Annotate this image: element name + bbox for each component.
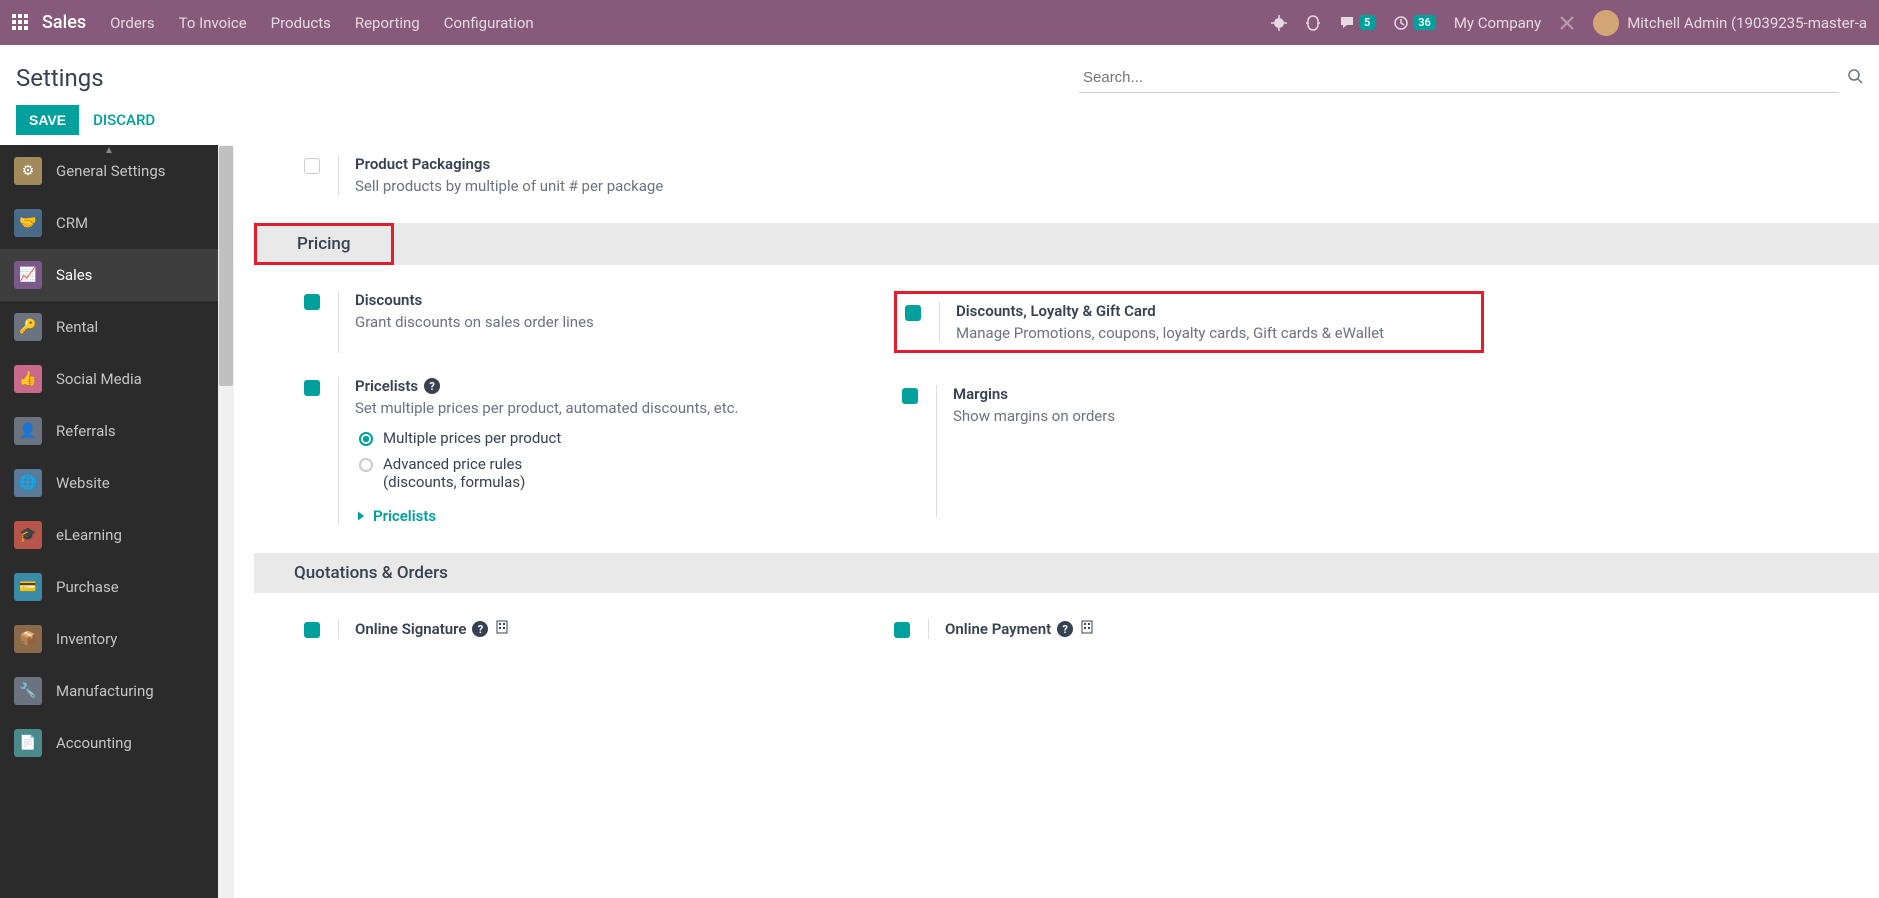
app-title[interactable]: Sales: [42, 12, 86, 33]
support-icon[interactable]: [1305, 15, 1321, 31]
scroll-up-icon[interactable]: ▲: [104, 145, 114, 156]
radio-multiple-prices[interactable]: Multiple prices per product: [359, 429, 738, 447]
help-icon[interactable]: ?: [424, 378, 440, 394]
page-title: Settings: [16, 64, 104, 92]
search-input[interactable]: [1079, 63, 1839, 93]
sidebar-item-inventory[interactable]: 📦Inventory: [0, 613, 218, 665]
sidebar-item-social-media[interactable]: 👍Social Media: [0, 353, 218, 405]
activities-badge: 36: [1413, 15, 1436, 30]
menu-to-invoice[interactable]: To Invoice: [179, 14, 247, 32]
building-icon: [1079, 619, 1095, 639]
top-navbar: Sales Orders To Invoice Products Reporti…: [0, 0, 1879, 45]
checkbox-online-signature[interactable]: [304, 622, 320, 638]
building-icon: [494, 619, 510, 639]
debug-icon[interactable]: [1271, 15, 1287, 31]
setting-title-packagings: Product Packagings: [355, 155, 663, 173]
apps-icon[interactable]: [12, 14, 30, 32]
menu-orders[interactable]: Orders: [110, 14, 155, 32]
menu-reporting[interactable]: Reporting: [355, 14, 420, 32]
setting-desc-loyalty: Manage Promotions, coupons, loyalty card…: [956, 324, 1384, 342]
sidebar-item-sales[interactable]: 📈Sales: [0, 249, 218, 301]
setting-title-pricelists: Pricelists ?: [355, 377, 738, 395]
sidebar-item-manufacturing[interactable]: 🔧Manufacturing: [0, 665, 218, 717]
setting-title-online-payment: Online Payment ?: [945, 619, 1095, 639]
header: Settings: [0, 45, 1879, 93]
checkbox-product-packagings[interactable]: [304, 158, 320, 174]
menu-configuration[interactable]: Configuration: [444, 14, 534, 32]
sidebar-scrollbar[interactable]: [218, 145, 234, 898]
user-menu[interactable]: Mitchell Admin (19039235-master-a: [1593, 10, 1867, 36]
search-icon[interactable]: [1847, 68, 1863, 88]
sidebar-item-referrals[interactable]: 👤Referrals: [0, 405, 218, 457]
radio-off-icon: [359, 458, 373, 472]
sidebar-item-accounting[interactable]: 📄Accounting: [0, 717, 218, 769]
setting-desc-pricelists: Set multiple prices per product, automat…: [355, 399, 738, 417]
checkbox-discounts[interactable]: [304, 294, 320, 310]
loyalty-highlight: Discounts, Loyalty & Gift Card Manage Pr…: [894, 291, 1484, 353]
help-icon[interactable]: ?: [1057, 621, 1073, 637]
messages-icon[interactable]: 5: [1339, 15, 1375, 31]
radio-on-icon: [359, 432, 373, 446]
setting-title-online-signature: Online Signature ?: [355, 619, 510, 639]
checkbox-pricelists[interactable]: [304, 380, 320, 396]
sidebar-item-purchase[interactable]: 💳Purchase: [0, 561, 218, 613]
save-button[interactable]: SAVE: [16, 105, 79, 135]
checkbox-margins[interactable]: [902, 388, 918, 404]
section-quotations: Quotations & Orders: [254, 553, 1879, 593]
setting-desc-margins: Show margins on orders: [953, 407, 1115, 425]
setting-desc-packagings: Sell products by multiple of unit # per …: [355, 177, 663, 195]
pricelists-link[interactable]: Pricelists: [355, 507, 738, 525]
pricing-highlight: Pricing: [254, 223, 394, 265]
checkbox-loyalty[interactable]: [905, 305, 921, 321]
activities-icon[interactable]: 36: [1393, 15, 1436, 31]
menu-products[interactable]: Products: [271, 14, 331, 32]
settings-content: Product Packagings Sell products by mult…: [234, 145, 1879, 898]
setting-title-loyalty: Discounts, Loyalty & Gift Card: [956, 302, 1384, 320]
help-icon[interactable]: ?: [472, 621, 488, 637]
actions-row: SAVE DISCARD: [0, 93, 1879, 145]
setting-title-margins: Margins: [953, 385, 1115, 403]
section-pricing: Pricing: [254, 223, 1879, 265]
tools-icon[interactable]: [1559, 15, 1575, 31]
sidebar-item-elearning[interactable]: 🎓eLearning: [0, 509, 218, 561]
user-name: Mitchell Admin (19039235-master-a: [1627, 14, 1867, 32]
company-switcher[interactable]: My Company: [1454, 14, 1541, 32]
sidebar-item-website[interactable]: 🌐Website: [0, 457, 218, 509]
sidebar-item-rental[interactable]: 🔑Rental: [0, 301, 218, 353]
settings-sidebar: ▲ ⚙General Settings 🤝CRM 📈Sales 🔑Rental …: [0, 145, 218, 898]
radio-advanced-rules[interactable]: Advanced price rules(discounts, formulas…: [359, 455, 738, 491]
discard-button[interactable]: DISCARD: [93, 111, 155, 129]
checkbox-online-payment[interactable]: [894, 622, 910, 638]
avatar: [1593, 10, 1619, 36]
setting-title-discounts: Discounts: [355, 291, 594, 309]
setting-desc-discounts: Grant discounts on sales order lines: [355, 313, 594, 331]
sidebar-item-crm[interactable]: 🤝CRM: [0, 197, 218, 249]
messages-badge: 5: [1359, 15, 1375, 30]
